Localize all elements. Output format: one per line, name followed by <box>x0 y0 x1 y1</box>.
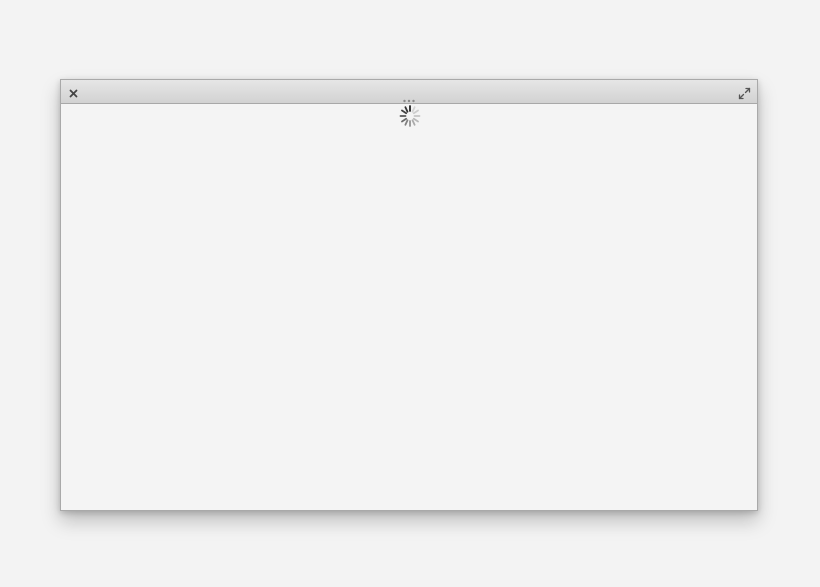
desktop <box>0 0 820 587</box>
maximize-icon <box>738 87 751 100</box>
window-titlebar[interactable] <box>61 80 757 104</box>
window-content <box>61 104 757 510</box>
loading-spinner <box>398 104 422 128</box>
loading-spinner-icon <box>399 105 421 127</box>
drag-grip[interactable] <box>402 89 416 103</box>
close-icon <box>69 89 78 98</box>
app-window <box>60 79 758 511</box>
close-button[interactable] <box>67 85 80 98</box>
maximize-button[interactable] <box>738 85 751 100</box>
